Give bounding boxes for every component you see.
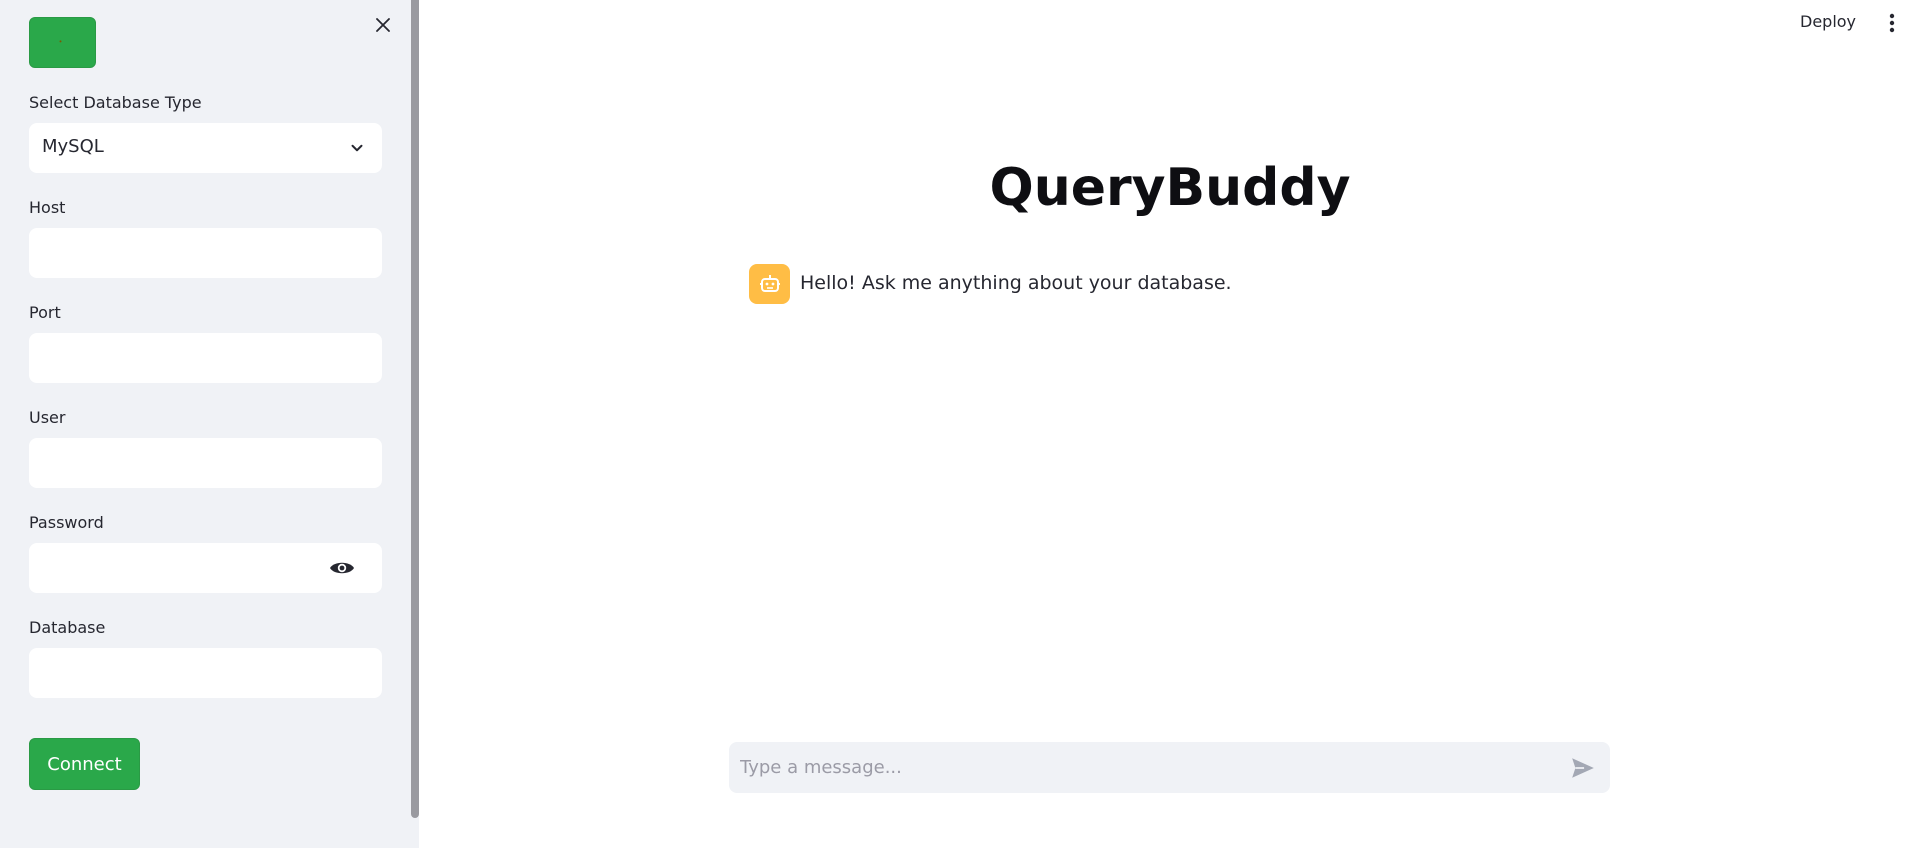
close-icon [376, 18, 390, 32]
port-label: Port [29, 303, 61, 322]
main-menu-button[interactable] [1884, 11, 1900, 35]
db-type-value: MySQL [42, 136, 104, 157]
robot-icon [759, 275, 780, 292]
chevron-down-icon [351, 144, 363, 152]
moon-icon [57, 35, 65, 50]
port-field-box [29, 333, 382, 383]
host-field-box [29, 228, 382, 278]
database-field-box [29, 648, 382, 698]
host-label: Host [29, 198, 66, 217]
app-root: Select Database Type MySQL Host Port Use… [0, 0, 1918, 848]
user-label: User [29, 408, 66, 427]
password-input[interactable] [29, 543, 319, 593]
chat-message-input[interactable] [729, 742, 1549, 793]
kebab-menu-icon [1889, 13, 1895, 33]
database-label: Database [29, 618, 106, 637]
page-title: QueryBuddy [989, 158, 1351, 218]
theme-toggle-button[interactable] [29, 17, 96, 68]
database-input[interactable] [29, 648, 382, 698]
chat-input-box [729, 742, 1610, 793]
sidebar: Select Database Type MySQL Host Port Use… [0, 0, 419, 848]
password-label: Password [29, 513, 104, 532]
eye-icon[interactable] [329, 558, 355, 578]
sidebar-scrollbar[interactable] [411, 0, 419, 818]
connect-button[interactable]: Connect [29, 738, 140, 790]
password-field-box [29, 543, 382, 593]
user-input[interactable] [29, 438, 382, 488]
close-sidebar-button[interactable] [371, 13, 395, 37]
port-input[interactable] [29, 333, 382, 383]
host-input[interactable] [29, 228, 382, 278]
assistant-message: Hello! Ask me anything about your databa… [800, 272, 1232, 294]
send-icon[interactable] [1570, 755, 1596, 781]
db-type-select[interactable]: MySQL [29, 123, 382, 173]
deploy-button[interactable]: Deploy [1800, 12, 1856, 31]
db-type-label: Select Database Type [29, 93, 202, 112]
user-field-box [29, 438, 382, 488]
assistant-avatar [749, 264, 790, 304]
